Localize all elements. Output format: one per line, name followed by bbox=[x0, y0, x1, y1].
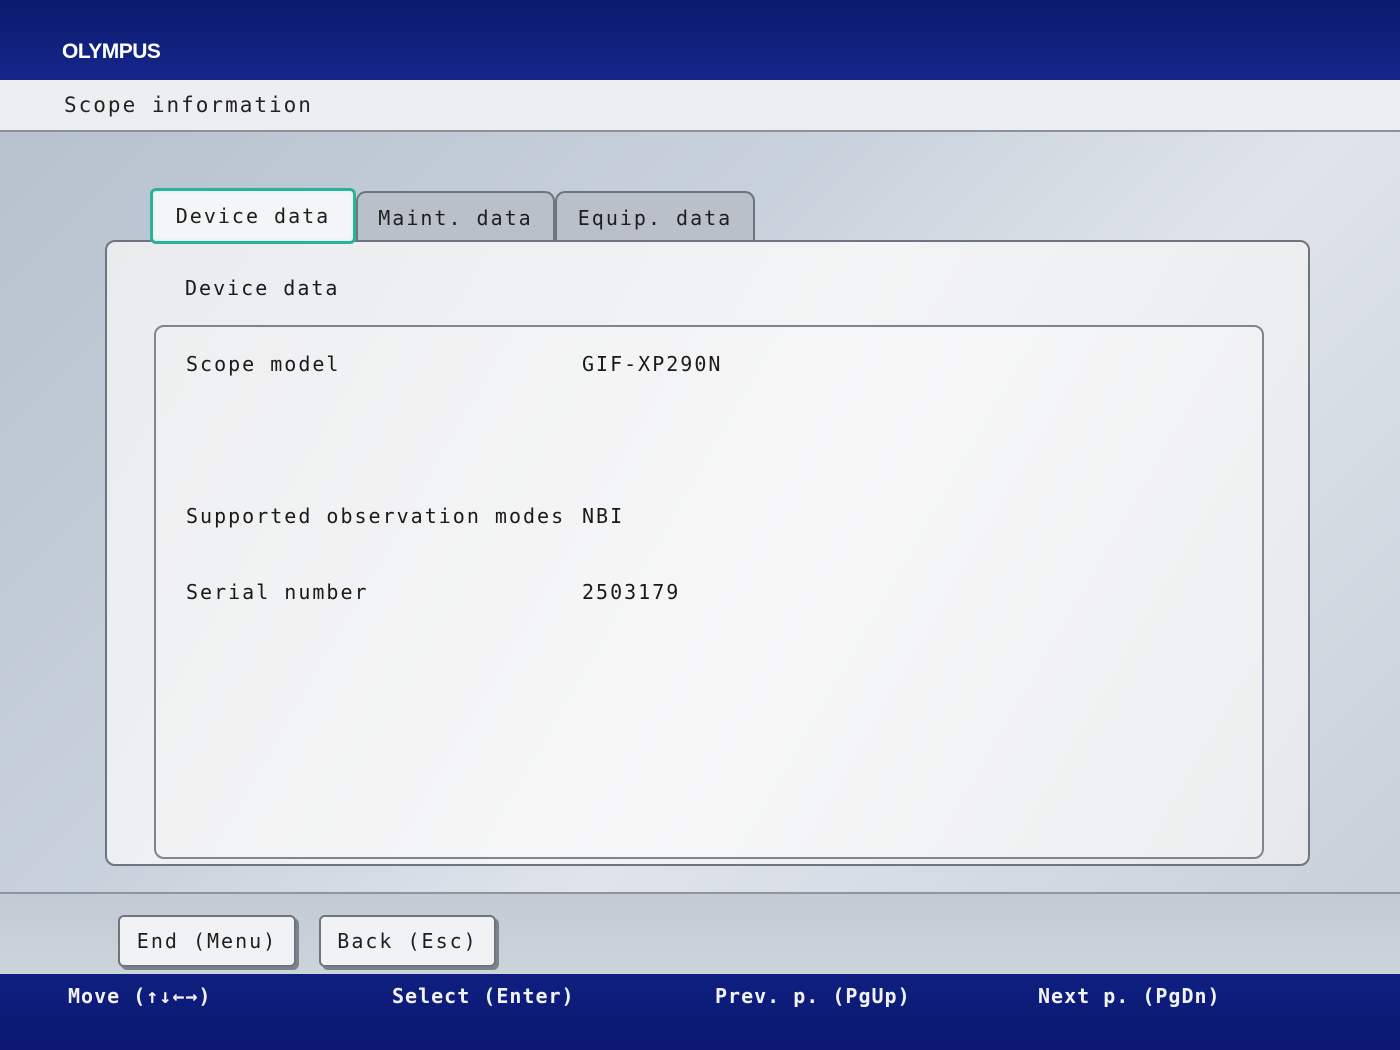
brand-bar: OLYMPUS bbox=[0, 0, 1400, 80]
hint-select: Select (Enter) bbox=[392, 984, 575, 1008]
tab-label: Equip. data bbox=[577, 206, 733, 230]
tab-maint-data[interactable]: Maint. data bbox=[356, 191, 555, 243]
section-title: Device data bbox=[185, 276, 340, 300]
serial-number-label: Serial number bbox=[186, 580, 369, 604]
hint-next-page: Next p. (PgDn) bbox=[1038, 984, 1221, 1008]
serial-number-value: 2503179 bbox=[582, 580, 681, 604]
observation-modes-value: NBI bbox=[582, 504, 625, 528]
tab-device-data[interactable]: Device data bbox=[150, 188, 356, 244]
tab-label: Maint. data bbox=[378, 206, 533, 230]
tab-label: Device data bbox=[175, 204, 331, 228]
end-menu-button[interactable]: End (Menu) bbox=[118, 915, 296, 967]
hint-prev-page: Prev. p. (PgUp) bbox=[715, 984, 911, 1008]
hint-move: Move (↑↓←→) bbox=[68, 984, 212, 1008]
key-hint-bar: Move (↑↓←→) Select (Enter) Prev. p. (PgU… bbox=[0, 974, 1400, 1050]
observation-modes-label: Supported observation modes bbox=[186, 504, 566, 528]
page-title: Scope information bbox=[64, 93, 313, 117]
back-esc-button[interactable]: Back (Esc) bbox=[319, 915, 496, 967]
title-bar: Scope information bbox=[0, 80, 1400, 132]
scope-model-value: GIF-XP290N bbox=[582, 352, 723, 376]
brand-logo: OLYMPUS bbox=[62, 40, 161, 63]
device-data-box: Scope model GIF-XP290N Supported observa… bbox=[154, 325, 1264, 859]
device-data-panel: Device data Scope model GIF-XP290N Suppo… bbox=[105, 240, 1310, 866]
tab-equip-data[interactable]: Equip. data bbox=[555, 191, 755, 243]
scope-model-label: Scope model bbox=[186, 352, 341, 376]
